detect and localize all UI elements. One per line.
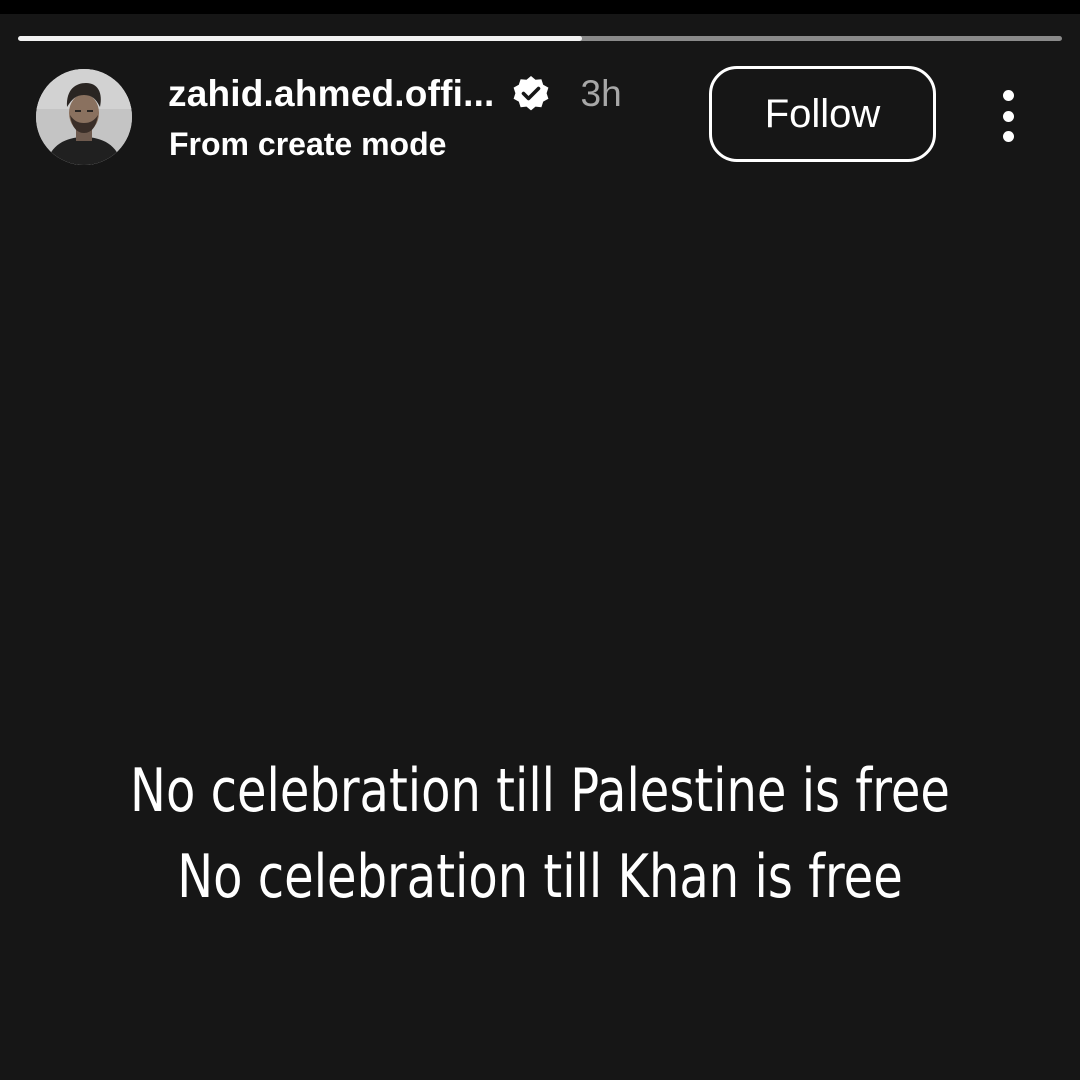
- verified-badge-icon: [511, 74, 551, 114]
- profile-photo: [36, 69, 132, 165]
- username[interactable]: zahid.ahmed.offi...: [168, 73, 495, 115]
- story-progress-fill: [18, 36, 582, 41]
- story-viewer: zahid.ahmed.offi... 3h From create mode …: [0, 0, 1080, 1080]
- more-vertical-icon[interactable]: [986, 84, 1030, 148]
- story-text-line-2: No celebration till Khan is free: [177, 842, 903, 912]
- dot: [1002, 110, 1014, 122]
- story-text-line-1: No celebration till Palestine is free: [130, 756, 950, 826]
- story-text: No celebration till Palestine is free No…: [0, 748, 1080, 920]
- post-time: 3h: [580, 73, 622, 114]
- story-source-label: From create mode: [169, 126, 447, 162]
- header-meta: zahid.ahmed.offi... 3h: [168, 70, 622, 118]
- follow-button[interactable]: Follow: [709, 66, 936, 162]
- story-progress-bar: [18, 36, 1062, 41]
- status-strip: [0, 0, 1080, 14]
- dot: [1002, 131, 1014, 142]
- dot: [1002, 90, 1014, 101]
- avatar[interactable]: [36, 69, 132, 165]
